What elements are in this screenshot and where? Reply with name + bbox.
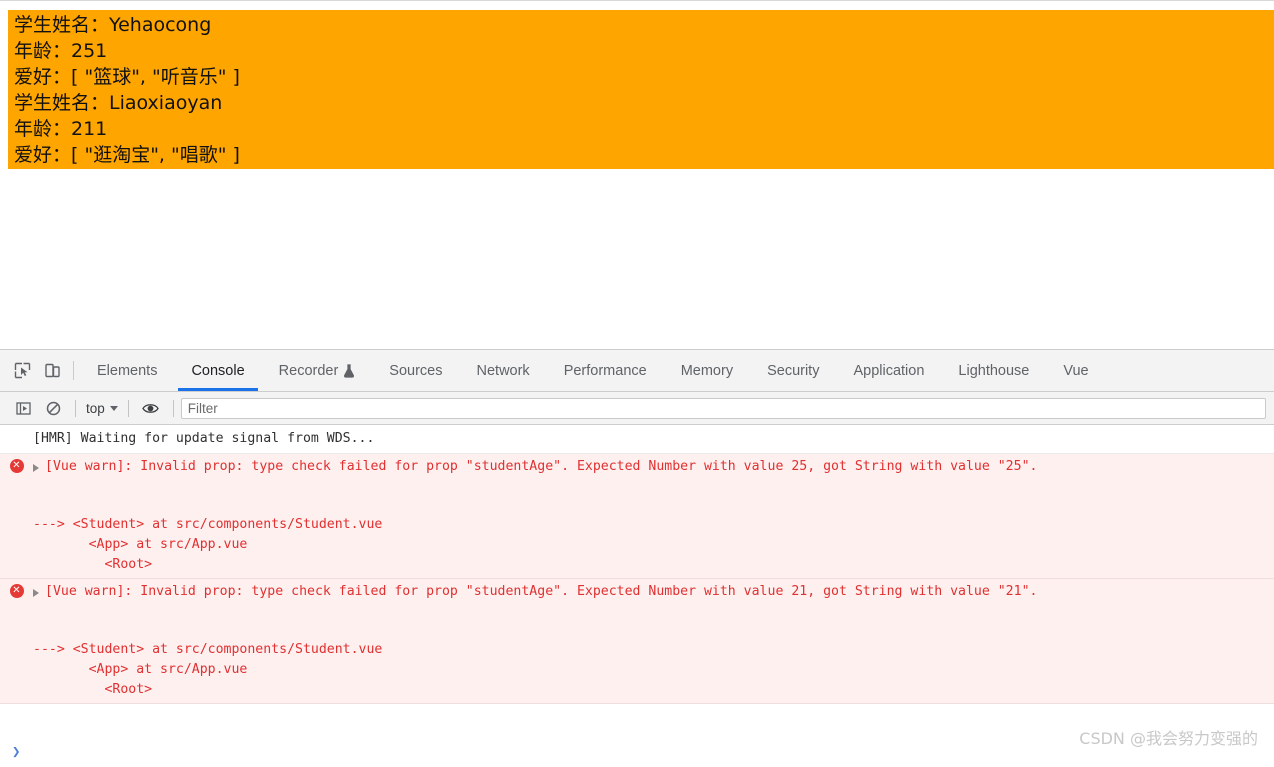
tab-label: Performance bbox=[564, 363, 647, 379]
message-stack-line: ---> <Student> at src/components/Student… bbox=[0, 515, 1274, 535]
toolbar-divider bbox=[75, 400, 76, 417]
student-hobby-line: 爱好：[ "逛淘宝", "唱歌" ] bbox=[14, 142, 1274, 168]
tab-performance[interactable]: Performance bbox=[547, 350, 664, 391]
device-toolbar-icon[interactable] bbox=[37, 350, 67, 391]
expand-triangle-icon[interactable] bbox=[33, 589, 39, 597]
message-stack-line: <Root> bbox=[0, 680, 1274, 700]
tab-console[interactable]: Console bbox=[174, 350, 261, 391]
tab-label: Lighthouse bbox=[958, 363, 1029, 379]
console-sidebar-icon[interactable] bbox=[8, 396, 38, 421]
message-text: [HMR] Waiting for update signal from WDS… bbox=[33, 429, 374, 449]
error-badge-gutter: ✕ bbox=[0, 457, 33, 473]
console-message-info[interactable]: [HMR] Waiting for update signal from WDS… bbox=[0, 425, 1274, 454]
prompt-caret-icon: ❯ bbox=[12, 744, 20, 760]
tab-elements[interactable]: Elements bbox=[80, 350, 174, 391]
inspect-element-icon[interactable] bbox=[7, 350, 37, 391]
error-icon: ✕ bbox=[10, 459, 24, 473]
tab-vue[interactable]: Vue bbox=[1046, 350, 1105, 391]
execution-context-select[interactable]: top bbox=[83, 401, 121, 416]
error-badge-gutter: ✕ bbox=[0, 582, 33, 598]
message-stack-line: <App> at src/App.vue bbox=[0, 535, 1274, 555]
message-text: [Vue warn]: Invalid prop: type check fai… bbox=[45, 457, 1037, 477]
tab-label: Sources bbox=[389, 363, 442, 379]
devtools-tabbar: Elements Console Recorder Sources Networ… bbox=[0, 350, 1274, 392]
tabbar-divider bbox=[73, 361, 74, 380]
message-blank-line bbox=[0, 496, 1274, 515]
execution-context-label: top bbox=[86, 401, 105, 416]
console-message-error[interactable]: ✕ [Vue warn]: Invalid prop: type check f… bbox=[0, 454, 1274, 579]
experiment-flask-icon bbox=[343, 364, 355, 378]
student-name-line: 学生姓名：Liaoxiaoyan bbox=[14, 90, 1274, 116]
tab-recorder[interactable]: Recorder bbox=[262, 350, 373, 391]
console-message-list[interactable]: [HMR] Waiting for update signal from WDS… bbox=[0, 425, 1274, 737]
chevron-down-icon bbox=[110, 406, 118, 411]
tab-label: Memory bbox=[681, 363, 733, 379]
toolbar-divider bbox=[128, 400, 129, 417]
tab-label: Console bbox=[191, 363, 244, 379]
console-message-error[interactable]: ✕ [Vue warn]: Invalid prop: type check f… bbox=[0, 579, 1274, 704]
tab-application[interactable]: Application bbox=[836, 350, 941, 391]
student-hobby-line: 爱好：[ "篮球", "听音乐" ] bbox=[14, 64, 1274, 90]
expand-triangle-icon[interactable] bbox=[33, 464, 39, 472]
student-list-panel: 学生姓名：Yehaocong 年龄：251 爱好：[ "篮球", "听音乐" ]… bbox=[8, 10, 1274, 169]
live-expression-eye-icon[interactable] bbox=[136, 396, 166, 421]
devtools-panel: Elements Console Recorder Sources Networ… bbox=[0, 349, 1274, 767]
message-blank-line bbox=[0, 602, 1274, 621]
error-icon: ✕ bbox=[10, 584, 24, 598]
message-text: [Vue warn]: Invalid prop: type check fai… bbox=[45, 582, 1037, 602]
student-age-line: 年龄：251 bbox=[14, 38, 1274, 64]
tab-label: Application bbox=[853, 363, 924, 379]
tab-memory[interactable]: Memory bbox=[664, 350, 750, 391]
toolbar-divider bbox=[173, 400, 174, 417]
message-stack-line: <App> at src/App.vue bbox=[0, 660, 1274, 680]
message-stack-line: <Root> bbox=[0, 555, 1274, 575]
tab-label: Elements bbox=[97, 363, 157, 379]
tab-label: Security bbox=[767, 363, 819, 379]
tab-label: Recorder bbox=[279, 363, 339, 379]
filter-input[interactable] bbox=[181, 398, 1266, 419]
tab-lighthouse[interactable]: Lighthouse bbox=[941, 350, 1046, 391]
console-prompt-row[interactable]: ❯ bbox=[0, 737, 1274, 767]
student-age-line: 年龄：211 bbox=[14, 116, 1274, 142]
tab-network[interactable]: Network bbox=[460, 350, 547, 391]
clear-console-icon[interactable] bbox=[38, 396, 68, 421]
tab-security[interactable]: Security bbox=[750, 350, 836, 391]
tab-label: Vue bbox=[1063, 363, 1088, 379]
message-blank-line bbox=[0, 621, 1274, 640]
tab-sources[interactable]: Sources bbox=[372, 350, 459, 391]
message-blank-line bbox=[0, 477, 1274, 496]
student-name-line: 学生姓名：Yehaocong bbox=[14, 12, 1274, 38]
message-gutter bbox=[0, 429, 33, 431]
message-stack-line: ---> <Student> at src/components/Student… bbox=[0, 640, 1274, 660]
browser-page-viewport: 学生姓名：Yehaocong 年龄：251 爱好：[ "篮球", "听音乐" ]… bbox=[0, 0, 1274, 349]
console-filter-toolbar: top bbox=[0, 392, 1274, 425]
tab-label: Network bbox=[477, 363, 530, 379]
